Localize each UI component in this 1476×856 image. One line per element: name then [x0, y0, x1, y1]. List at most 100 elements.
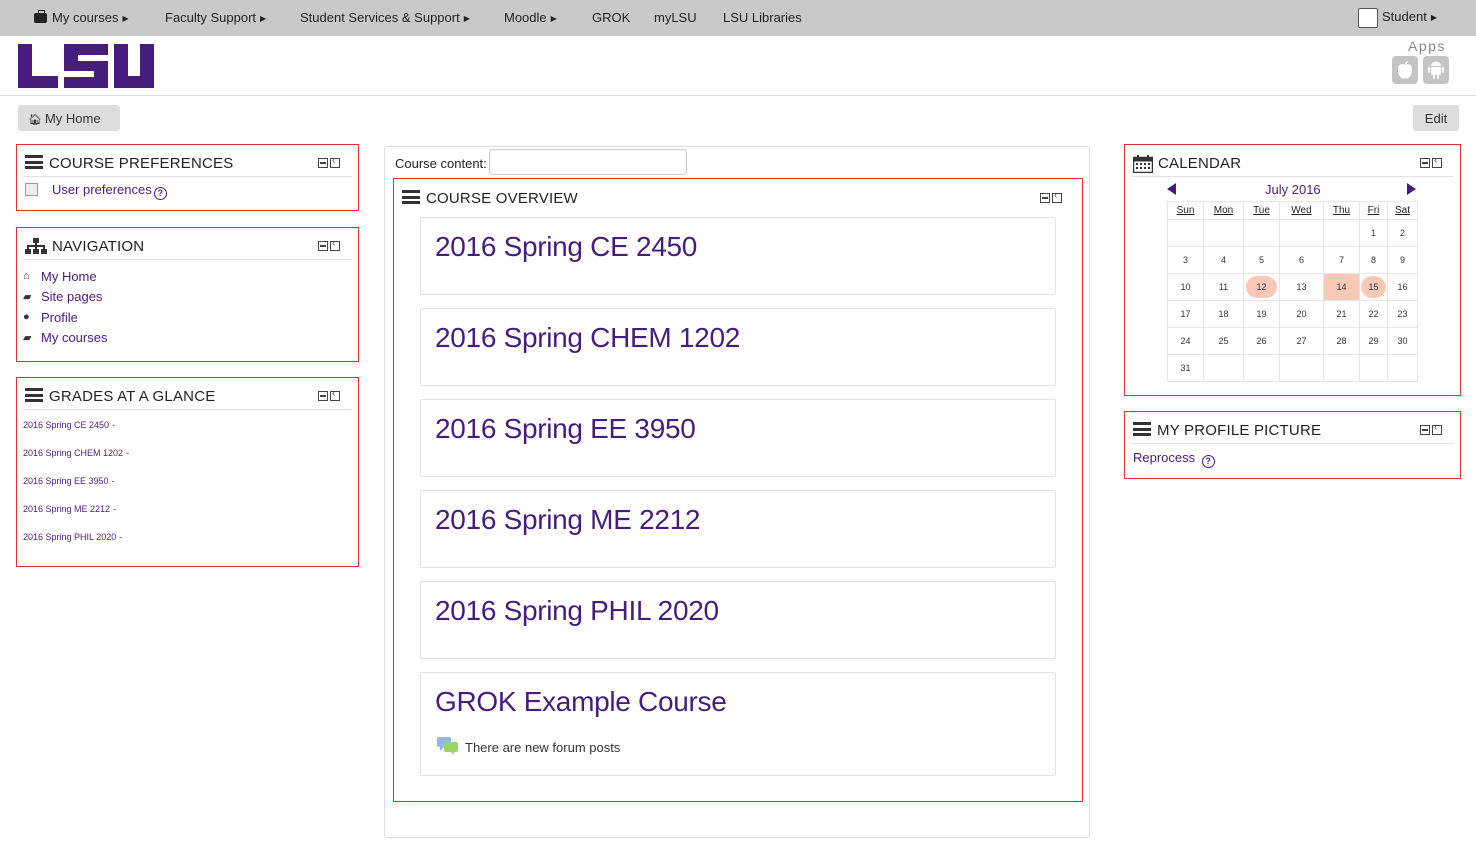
lsu-logo[interactable] — [18, 44, 154, 93]
apple-app-button[interactable] — [1392, 56, 1418, 84]
calendar-day[interactable]: 1 — [1359, 219, 1388, 247]
calendar-day[interactable]: 24 — [1167, 327, 1204, 355]
calendar-day[interactable]: 7 — [1323, 246, 1360, 274]
android-app-button[interactable] — [1423, 56, 1449, 84]
minimize-icon[interactable] — [318, 241, 328, 251]
calendar-month-link[interactable]: July 2016 — [1265, 182, 1321, 197]
minimize-icon[interactable] — [1420, 425, 1430, 435]
calendar-day[interactable]: 6 — [1279, 246, 1324, 274]
calendar-day[interactable]: 20 — [1279, 300, 1324, 328]
home-icon: 🏠︎ — [28, 114, 42, 126]
dock-icon[interactable] — [330, 388, 340, 401]
calendar-day[interactable]: 14 — [1323, 273, 1360, 301]
menu-icon — [1133, 422, 1151, 436]
calendar-weekday: Fri — [1359, 201, 1388, 220]
calendar-day[interactable]: 4 — [1203, 246, 1244, 274]
course-title-link[interactable]: 2016 Spring EE 3950 — [435, 413, 696, 445]
nav-item-my-courses[interactable]: ▰ My courses — [23, 328, 352, 349]
calendar-day[interactable]: 31 — [1167, 354, 1204, 382]
reprocess-link[interactable]: Reprocess — [1133, 450, 1195, 465]
dock-icon[interactable] — [1052, 190, 1062, 203]
calendar-day[interactable]: 17 — [1167, 300, 1204, 328]
course-card[interactable]: GROK Example Course There are new forum … — [420, 672, 1056, 776]
nav-moodle[interactable]: Moodle ▶ — [504, 10, 557, 25]
user-preferences-link[interactable]: User preferences — [52, 182, 152, 197]
calendar-day[interactable]: 23 — [1387, 300, 1418, 328]
grade-row: 2016 Spring CHEM 1202- — [23, 448, 130, 458]
course-card[interactable]: 2016 Spring CHEM 1202 — [420, 308, 1056, 386]
minimize-icon[interactable] — [318, 158, 328, 168]
nav-mylsu[interactable]: myLSU — [654, 10, 697, 25]
apps-label: Apps — [1408, 38, 1446, 54]
course-content-input[interactable] — [489, 149, 687, 175]
calendar-day[interactable]: 28 — [1323, 327, 1360, 355]
user-avatar-box[interactable] — [1358, 8, 1378, 28]
user-icon: ● — [23, 311, 30, 324]
grades-at-a-glance-block: GRADES AT A GLANCE 2016 Spring CE 2450- … — [16, 377, 359, 567]
preferences-icon — [25, 183, 38, 196]
minimize-icon[interactable] — [1040, 193, 1050, 203]
calendar-day[interactable]: 22 — [1359, 300, 1388, 328]
course-title-link[interactable]: 2016 Spring CE 2450 — [435, 231, 697, 263]
course-title-link[interactable]: 2016 Spring CHEM 1202 — [435, 322, 740, 354]
calendar-day[interactable]: 8 — [1359, 246, 1388, 274]
calendar-day[interactable]: 16 — [1387, 273, 1418, 301]
nav-student-services[interactable]: Student Services & Support ▶ — [300, 10, 470, 25]
minimize-icon[interactable] — [1420, 158, 1430, 168]
dock-icon[interactable] — [330, 155, 340, 168]
calendar-day[interactable]: 21 — [1323, 300, 1360, 328]
calendar-day[interactable]: 15 — [1359, 273, 1388, 301]
calendar-day[interactable]: 11 — [1203, 273, 1244, 301]
course-card[interactable]: 2016 Spring EE 3950 — [420, 399, 1056, 477]
calendar-day[interactable]: 5 — [1243, 246, 1280, 274]
grade-course-link[interactable]: 2016 Spring EE 3950 — [23, 476, 109, 486]
dock-icon[interactable] — [1432, 422, 1442, 435]
calendar-day[interactable]: 12 — [1243, 273, 1280, 301]
course-title-link[interactable]: 2016 Spring ME 2212 — [435, 504, 700, 536]
nav-item-my-home[interactable]: ⌂ My Home — [23, 266, 352, 287]
nav-faculty-support[interactable]: Faculty Support ▶ — [165, 10, 266, 25]
calendar-empty-cell — [1279, 354, 1324, 382]
forum-notice[interactable]: There are new forum posts — [437, 737, 620, 758]
calendar-day[interactable]: 26 — [1243, 327, 1280, 355]
block-title: CALENDAR — [1158, 155, 1242, 172]
calendar-day[interactable]: 2 — [1387, 219, 1418, 247]
apple-icon — [1398, 61, 1412, 79]
dock-icon[interactable] — [1432, 155, 1442, 168]
edit-button[interactable]: Edit — [1413, 105, 1459, 131]
grade-course-link[interactable]: 2016 Spring PHIL 2020 — [23, 532, 116, 542]
grade-course-link[interactable]: 2016 Spring CE 2450 — [23, 420, 109, 430]
calendar-day[interactable]: 30 — [1387, 327, 1418, 355]
minimize-icon[interactable] — [318, 391, 328, 401]
calendar-day[interactable]: 3 — [1167, 246, 1204, 274]
calendar-day[interactable]: 13 — [1279, 273, 1324, 301]
calendar-day[interactable]: 10 — [1167, 273, 1204, 301]
calendar-day[interactable]: 19 — [1243, 300, 1280, 328]
dock-icon[interactable] — [330, 238, 340, 251]
nav-student-menu[interactable]: Student ▶ — [1382, 9, 1437, 24]
nav-grok[interactable]: GROK — [592, 10, 630, 25]
help-icon[interactable]: ? — [153, 187, 167, 200]
calendar-day[interactable]: 27 — [1279, 327, 1324, 355]
my-home-button[interactable]: 🏠︎ My Home — [18, 105, 120, 131]
calendar-day[interactable]: 18 — [1203, 300, 1244, 328]
grade-course-link[interactable]: 2016 Spring ME 2212 — [23, 504, 110, 514]
nav-item-site-pages[interactable]: ▰ Site pages — [23, 287, 352, 308]
course-card[interactable]: 2016 Spring CE 2450 — [420, 217, 1056, 295]
course-title-link[interactable]: GROK Example Course — [435, 686, 727, 718]
nav-item-profile[interactable]: ● Profile — [23, 307, 352, 328]
caret-right-icon: ▶ — [1430, 13, 1437, 22]
calendar-prev-arrow-icon[interactable] — [1167, 183, 1176, 195]
course-card[interactable]: 2016 Spring ME 2212 — [420, 490, 1056, 568]
help-icon[interactable]: ? — [1201, 455, 1215, 468]
calendar-next-arrow-icon[interactable] — [1407, 183, 1416, 195]
nav-my-courses[interactable]: My courses ▶ — [34, 10, 129, 25]
calendar-day[interactable]: 29 — [1359, 327, 1388, 355]
calendar-day[interactable]: 9 — [1387, 246, 1418, 274]
android-icon — [1428, 61, 1444, 79]
course-card[interactable]: 2016 Spring PHIL 2020 — [420, 581, 1056, 659]
course-title-link[interactable]: 2016 Spring PHIL 2020 — [435, 595, 719, 627]
nav-lsu-libraries[interactable]: LSU Libraries — [723, 10, 802, 25]
grade-course-link[interactable]: 2016 Spring CHEM 1202 — [23, 448, 123, 458]
calendar-day[interactable]: 25 — [1203, 327, 1244, 355]
